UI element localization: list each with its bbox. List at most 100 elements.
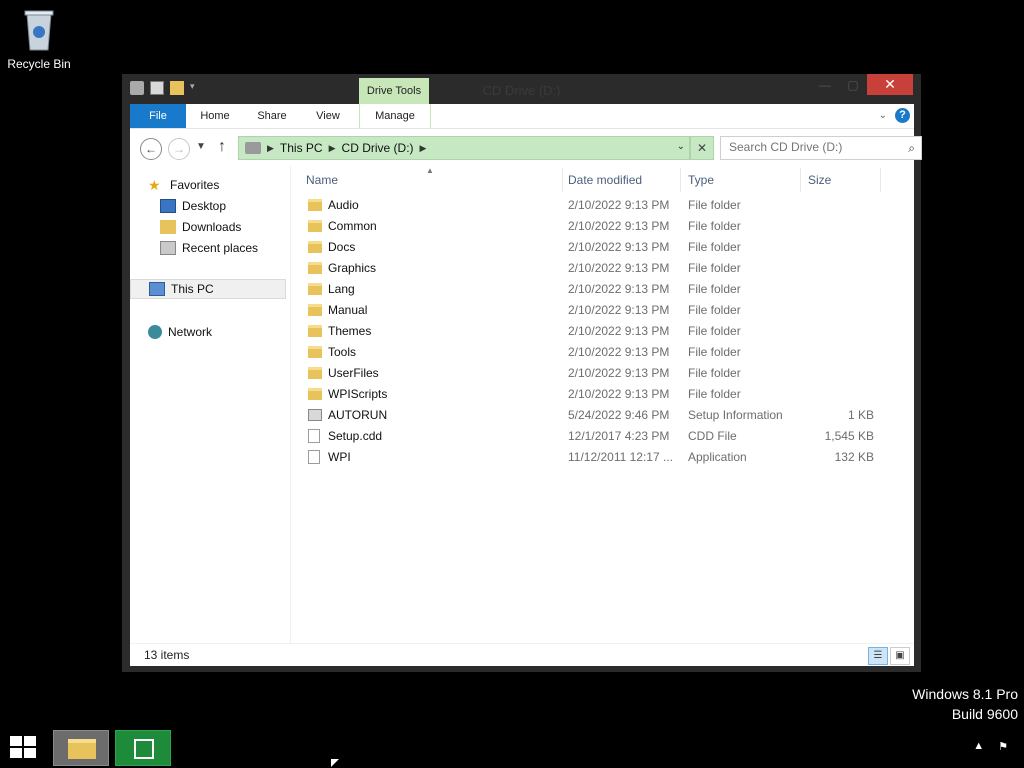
forward-button[interactable]: → <box>168 138 190 160</box>
file-name: Graphics <box>328 261 377 275</box>
show-hidden-icons-icon[interactable]: ▲ <box>973 740 984 753</box>
tree-label-desktop: Desktop <box>182 199 227 213</box>
file-row[interactable]: Lang 2/10/2022 9:13 PM File folder <box>298 279 898 300</box>
address-dropdown-icon[interactable]: ⌄ <box>677 141 685 152</box>
file-date: 2/10/2022 9:13 PM <box>568 303 670 317</box>
folder-icon <box>308 388 322 400</box>
title-bar[interactable]: ▾ Drive Tools CD Drive (D:) — ▢ ✕ <box>122 74 921 104</box>
taskbar: ▲ ⚑ <box>0 728 1024 768</box>
content-area: ★ Favorites Desktop Downloads Recent pla… <box>130 166 914 643</box>
file-type: File folder <box>688 282 741 296</box>
tree-item-recent-places[interactable]: Recent places <box>160 238 258 258</box>
column-header-size[interactable]: Size <box>802 168 881 192</box>
file-size: 1 KB <box>847 408 874 422</box>
chevron-right-icon[interactable]: ▶ <box>267 143 274 154</box>
file-name: Audio <box>328 198 359 212</box>
file-row[interactable]: Manual 2/10/2022 9:13 PM File folder <box>298 300 898 321</box>
folder-icon <box>308 283 322 295</box>
window-controls: — ▢ ✕ <box>811 74 913 95</box>
up-button[interactable]: ↑ <box>218 138 226 156</box>
cancel-navigation-button[interactable]: ✕ <box>690 136 714 160</box>
store-icon <box>134 739 154 759</box>
folder-icon <box>308 262 322 274</box>
file-row[interactable]: WPI 11/12/2011 12:17 ... Application 132 KB <box>298 447 898 468</box>
status-bar: 13 items ☰ ▣ <box>130 643 914 666</box>
folder-icon <box>308 367 322 379</box>
ribbon-tabs: File Home Share View Manage ⌄ ? <box>130 104 914 128</box>
maximize-button[interactable]: ▢ <box>839 74 867 95</box>
search-icon[interactable]: ⌕ <box>908 141 915 156</box>
chevron-right-icon[interactable]: ▶ <box>329 143 336 154</box>
file-row[interactable]: Docs 2/10/2022 9:13 PM File folder <box>298 237 898 258</box>
recycle-bin[interactable]: Recycle Bin <box>4 6 74 71</box>
watermark-edition: Windows 8.1 Pro <box>912 686 1018 702</box>
file-name: Themes <box>328 324 372 338</box>
mouse-cursor-icon <box>331 759 339 767</box>
navigation-pane: ★ Favorites Desktop Downloads Recent pla… <box>130 166 291 643</box>
start-button[interactable] <box>10 736 38 760</box>
file-date: 2/10/2022 9:13 PM <box>568 240 670 254</box>
recent-locations-button[interactable]: ▼ <box>196 141 206 152</box>
minimize-button[interactable]: — <box>811 74 839 95</box>
file-date: 2/10/2022 9:13 PM <box>568 387 670 401</box>
tree-label-recent-places: Recent places <box>182 241 259 255</box>
tree-item-network[interactable]: Network <box>148 322 212 342</box>
chevron-right-icon[interactable]: ▶ <box>420 143 427 154</box>
star-icon: ★ <box>148 177 161 193</box>
file-type: File folder <box>688 219 741 233</box>
file-row[interactable]: WPIScripts 2/10/2022 9:13 PM File folder <box>298 384 898 405</box>
network-icon <box>148 325 162 339</box>
file-explorer-icon <box>68 739 96 759</box>
breadcrumb-cd-drive[interactable]: CD Drive (D:) <box>342 141 414 155</box>
file-name: Setup.cdd <box>328 429 383 443</box>
desktop-icon <box>160 199 176 213</box>
column-header-type[interactable]: Type <box>682 168 801 192</box>
search-input[interactable] <box>721 137 899 157</box>
tree-item-favorites[interactable]: ★ Favorites <box>148 175 219 195</box>
action-center-flag-icon[interactable]: ⚑ <box>998 740 1008 753</box>
file-name: UserFiles <box>328 366 379 380</box>
large-icons-view-button[interactable]: ▣ <box>890 647 910 665</box>
tree-item-this-pc[interactable]: This PC <box>130 279 286 299</box>
breadcrumb-this-pc[interactable]: This PC <box>280 141 323 155</box>
file-size: 132 KB <box>834 450 874 464</box>
back-button[interactable]: ← <box>140 138 162 160</box>
file-row[interactable]: AUTORUN 5/24/2022 9:46 PM Setup Informatio… <box>298 405 898 426</box>
address-bar[interactable]: ▶ This PC ▶ CD Drive (D:) ▶ ⌄ <box>238 136 690 160</box>
taskbar-store[interactable] <box>115 730 171 766</box>
tree-item-desktop[interactable]: Desktop <box>160 196 226 216</box>
file-row[interactable]: UserFiles 2/10/2022 9:13 PM File folder <box>298 363 898 384</box>
file-row[interactable]: Setup.cdd 12/1/2017 4:23 PM CDD File 1,545 … <box>298 426 898 447</box>
folder-icon <box>308 220 322 232</box>
tab-view[interactable]: View <box>300 104 356 128</box>
column-label-type: Type <box>688 173 715 187</box>
taskbar-file-explorer[interactable] <box>53 730 109 766</box>
expand-ribbon-icon[interactable]: ⌄ <box>879 110 887 121</box>
file-type: File folder <box>688 303 741 317</box>
file-date: 2/10/2022 9:13 PM <box>568 324 670 338</box>
windows-watermark: Windows 8.1 Pro Build 9600 <box>912 684 1018 724</box>
column-label-date: Date modified <box>568 173 643 187</box>
tab-home[interactable]: Home <box>186 104 244 128</box>
help-icon[interactable]: ? <box>895 108 910 123</box>
cd-drive-icon <box>245 142 261 154</box>
recycle-bin-label: Recycle Bin <box>7 57 71 71</box>
tree-item-downloads[interactable]: Downloads <box>160 217 241 237</box>
file-row[interactable]: Common 2/10/2022 9:13 PM File folder <box>298 216 898 237</box>
tab-share[interactable]: Share <box>244 104 300 128</box>
downloads-icon <box>160 220 176 234</box>
file-row[interactable]: Themes 2/10/2022 9:13 PM File folder <box>298 321 898 342</box>
file-row[interactable]: Audio 2/10/2022 9:13 PM File folder <box>298 195 898 216</box>
file-row[interactable]: Tools 2/10/2022 9:13 PM File folder <box>298 342 898 363</box>
search-box[interactable]: ⌕ <box>720 136 922 160</box>
column-label-size: Size <box>808 173 832 187</box>
file-row[interactable]: Graphics 2/10/2022 9:13 PM File folder <box>298 258 898 279</box>
tab-file[interactable]: File <box>130 104 186 128</box>
details-view-button[interactable]: ☰ <box>868 647 888 665</box>
column-header-date[interactable]: Date modified <box>562 168 681 192</box>
tab-manage[interactable]: Manage <box>359 104 431 128</box>
close-button[interactable]: ✕ <box>867 74 913 95</box>
file-type: File folder <box>688 345 741 359</box>
navigation-bar: ← → ▼ ↑ ▶ This PC ▶ CD Drive (D:) ▶ ⌄ ✕ … <box>130 128 922 167</box>
item-count: 13 items <box>144 648 190 662</box>
